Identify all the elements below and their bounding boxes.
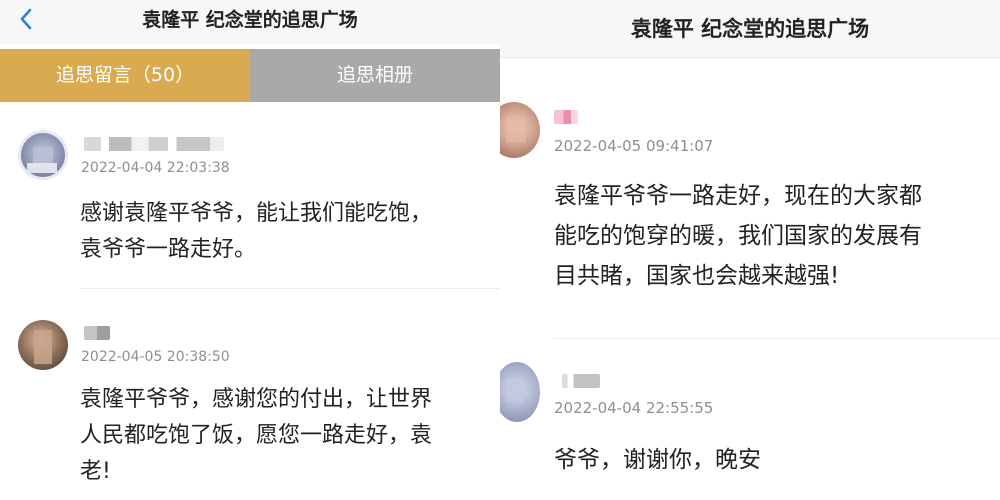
username-blurred [554,110,578,124]
avatar [500,102,540,158]
comment-item: 2022-04-05 09:41:07 袁隆平爷爷一路走好，现在的大家都 能吃的… [500,58,1000,348]
comment-timestamp: 2022-04-04 22:55:55 [554,399,714,417]
comment-item: 2022-04-04 22:03:38 感谢袁隆平爷爷，能让我们能吃饱， 袁爷爷… [0,102,500,302]
left-screenshot-panel: 袁隆平 纪念堂的追思广场 追思留言（50） 追思相册 2022-04-04 22… [0,0,500,500]
left-nav-bar: 袁隆平 纪念堂的追思广场 [0,0,500,44]
comment-timestamp: 2022-04-04 22:03:38 [81,160,230,176]
avatar [500,362,540,422]
comment-text-line: 能吃的饱穿的暖，我们国家的发展有 [554,223,922,249]
comment-text: 袁隆平爷爷一路走好，现在的大家都 能吃的饱穿的暖，我们国家的发展有 目共睹，国家… [554,176,922,296]
comment-divider [80,288,500,289]
username-blurred [562,374,600,388]
comment-text-line: 目共睹，国家也会越来越强! [554,263,840,289]
avatar [18,130,68,180]
comment-text: 爷爷，谢谢你，晚安 [554,440,761,480]
comment-text-line: 人民都吃饱了饭，愿您一路走好，袁 [80,423,433,448]
right-screenshot-panel: 袁隆平 纪念堂的追思广场 2022-04-05 09:41:07 袁隆平爷爷一路… [500,0,1000,500]
tab-bar: 追思留言（50） 追思相册 [0,49,500,102]
avatar [18,320,68,370]
comment-timestamp: 2022-04-05 20:38:50 [81,349,230,365]
right-nav-bar: 袁隆平 纪念堂的追思广场 [500,0,1000,58]
comment-text-line: 爷爷，谢谢你，晚安 [554,447,761,473]
comment-item: 2022-04-05 20:38:50 袁隆平爷爷，感谢您的付出，让世界 人民都… [0,302,500,500]
comment-text-line: 袁隆平爷爷一路走好，现在的大家都 [554,183,922,209]
page-title: 袁隆平 纪念堂的追思广场 [142,9,358,31]
username-blurred [84,326,110,340]
comment-text-line: 袁隆平爷爷，感谢您的付出，让世界 [80,387,433,412]
tab-memorial-messages[interactable]: 追思留言（50） [0,49,250,102]
username-blurred [84,137,224,151]
comment-divider [554,338,1000,339]
comment-item: 2022-04-04 22:55:55 爷爷，谢谢你，晚安 [500,348,1000,500]
comment-text-line: 感谢袁隆平爷爷，能让我们能吃饱， [80,201,433,226]
comment-text: 袁隆平爷爷，感谢您的付出，让世界 人民都吃饱了饭，愿您一路走好，袁 老! [80,382,432,490]
comment-text-line: 袁爷爷一路走好。 [80,237,257,262]
tab-memorial-album[interactable]: 追思相册 [250,49,500,102]
comment-text: 感谢袁隆平爷爷，能让我们能吃饱， 袁爷爷一路走好。 [80,196,432,268]
page-title: 袁隆平 纪念堂的追思广场 [630,17,870,41]
comment-text-line: 老! [80,459,111,484]
comment-timestamp: 2022-04-05 09:41:07 [554,137,714,155]
